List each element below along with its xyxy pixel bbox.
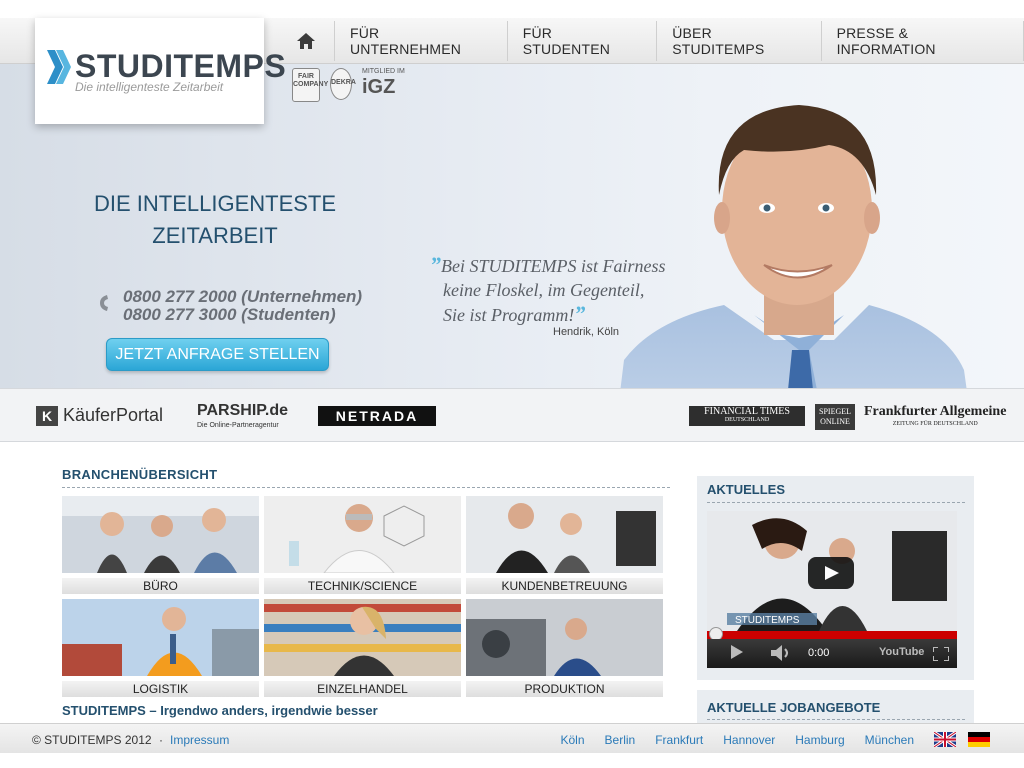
video-time: 0:00 — [808, 647, 830, 659]
quote-author: Hendrik, Köln — [553, 326, 620, 338]
parship-sub: Die Online-Partneragentur — [197, 422, 279, 429]
city-link-hamburg[interactable]: Hamburg — [795, 733, 844, 747]
certification-badges: FAIR COMPANY DEKRA MITGLIED IM iGZ — [292, 68, 405, 102]
nav-ueber-studitemps[interactable]: ÜBER STUDITEMPS — [656, 21, 820, 61]
phone-unternehmen[interactable]: 0800 277 2000 (Unternehmen) — [123, 288, 362, 306]
tile-label-kundenbetreuung: KUNDENBETREUUNG — [466, 578, 663, 594]
city-link-frankfurt[interactable]: Frankfurt — [655, 733, 703, 747]
footer-separator: · — [159, 733, 163, 747]
dekra-badge: DEKRA — [330, 68, 356, 100]
ft-sub: DEUTSCHLAND — [724, 417, 770, 423]
aktuelles-divider — [707, 502, 965, 503]
german-flag-icon[interactable] — [968, 732, 990, 747]
igz-badge: MITGLIED IM iGZ — [362, 68, 405, 98]
logo-tagline: Die intelligenteste Zeitarbeit — [75, 80, 224, 94]
faz-logo[interactable]: Frankfurter Allgemeine ZEITUNG FÜR DEUTS… — [864, 405, 1006, 431]
home-icon — [297, 33, 315, 49]
quote-close-icon: ” — [574, 301, 586, 326]
tile-buero[interactable]: BÜRO — [62, 496, 259, 594]
video-controls: 0:00 YouTube — [707, 639, 957, 668]
jobangebote-title: AKTUELLE JOBANGEBOTE — [707, 700, 881, 715]
tile-technik-science[interactable]: TECHNIK/SCIENCE — [264, 496, 461, 594]
tile-label-logistik: LOGISTIK — [62, 681, 259, 697]
quote-open-icon: ” — [430, 252, 441, 277]
parship-label: PARSHIP.de — [197, 402, 288, 419]
phone-studenten[interactable]: 0800 277 3000 (Studenten) — [123, 306, 362, 324]
tile-label-technik-science: TECHNIK/SCIENCE — [264, 578, 461, 594]
branchen-title: BRANCHENÜBERSICHT — [62, 467, 218, 482]
play-icon[interactable] — [731, 645, 743, 659]
nav-presse-information[interactable]: PRESSE & INFORMATION — [820, 21, 1024, 61]
phone-icon — [100, 295, 108, 311]
tile-einzelhandel[interactable]: EINZELHANDEL — [264, 599, 461, 697]
request-button[interactable]: JETZT ANFRAGE STELLEN — [106, 338, 329, 371]
spiegel-online-logo[interactable]: SPIEGEL ONLINE — [815, 404, 855, 430]
nav-fuer-studenten[interactable]: FÜR STUDENTEN — [506, 21, 656, 61]
copyright: © STUDITEMPS 2012 — [32, 733, 152, 747]
quote-line-1: Bei STUDITEMPS ist Fairness — [441, 256, 666, 276]
city-link-muenchen[interactable]: München — [865, 733, 914, 747]
tile-label-buero: BÜRO — [62, 578, 259, 594]
kaeuferportal-label: KäuferPortal — [63, 405, 164, 425]
kaeuferportal-k-icon: K — [36, 405, 58, 426]
testimonial-quote: ”Bei STUDITEMPS ist Fairness keine Flosk… — [430, 253, 710, 327]
city-link-berlin[interactable]: Berlin — [605, 733, 636, 747]
parship-logo[interactable]: PARSHIP.de Die Online-Partneragentur — [197, 403, 288, 433]
play-button[interactable] — [808, 557, 854, 589]
fair-company-badge: FAIR COMPANY — [292, 68, 328, 102]
quote-line-3: Sie ist Programm! — [443, 305, 575, 325]
spiegel-label-2: ONLINE — [820, 417, 850, 426]
tile-label-produktion: PRODUKTION — [466, 681, 663, 697]
igz-label: iGZ — [362, 76, 396, 98]
tile-logistik[interactable]: LOGISTIK — [62, 599, 259, 697]
produktion-image — [466, 599, 663, 676]
ft-label: FINANCIAL TIMES — [704, 406, 790, 417]
nav-home[interactable] — [278, 21, 334, 61]
einzelhandel-image — [264, 599, 461, 676]
kundenbetreuung-image — [466, 496, 663, 573]
main-nav: FÜR UNTERNEHMEN FÜR STUDENTEN ÜBER STUDI… — [278, 21, 1024, 61]
phone-numbers: 0800 277 2000 (Unternehmen) 0800 277 300… — [123, 288, 362, 324]
faz-sub: ZEITUNG FÜR DEUTSCHLAND — [892, 421, 978, 427]
city-link-koeln[interactable]: Köln — [561, 733, 585, 747]
video-progress-bar[interactable] — [707, 627, 957, 641]
youtube-logo[interactable]: YouTube — [879, 646, 924, 658]
uk-flag-icon[interactable] — [934, 732, 956, 747]
footer: © STUDITEMPS 2012 · Impressum Köln Berli… — [0, 723, 1024, 753]
tile-kundenbetreuung[interactable]: KUNDENBETREUUNG — [466, 496, 663, 594]
video-buffered-fill — [707, 631, 957, 639]
branchen-divider — [62, 487, 670, 488]
hero-headline-line-1: DIE INTELLIGENTESTE — [93, 191, 337, 216]
netrada-logo[interactable]: NETRADA — [318, 406, 436, 426]
spiegel-label-1: SPIEGEL — [819, 407, 851, 416]
logistik-image — [62, 599, 259, 676]
aktuelles-title: AKTUELLES — [707, 482, 785, 497]
faz-label: Frankfurter Allgemeine — [864, 404, 1007, 419]
tile-label-einzelhandel: EINZELHANDEL — [264, 681, 461, 697]
technik-science-image — [264, 496, 461, 574]
financial-times-logo[interactable]: FINANCIAL TIMES DEUTSCHLAND — [689, 406, 805, 426]
kaeuferportal-logo[interactable]: K KäuferPortal — [36, 405, 163, 426]
buero-image — [62, 496, 259, 573]
slogan: STUDITEMPS – Irgendwo anders, irgendwie … — [62, 703, 378, 718]
fullscreen-icon[interactable] — [933, 647, 949, 661]
nav-fuer-unternehmen[interactable]: FÜR UNTERNEHMEN — [334, 21, 507, 61]
hero-headline: DIE INTELLIGENTESTE ZEITARBEIT — [80, 188, 350, 252]
logo-chevron-icon — [47, 50, 71, 84]
city-link-hannover[interactable]: Hannover — [723, 733, 775, 747]
branchen-grid: BÜRO TECHNIK/SCIENCE KUNDENBETREUUNG LOG… — [62, 496, 663, 697]
city-links: Köln Berlin Frankfurt Hannover Hamburg M… — [561, 733, 915, 747]
impressum-link[interactable]: Impressum — [170, 733, 229, 747]
studitemps-logo[interactable]: STUDITEMPS Die intelligenteste Zeitarbei… — [35, 18, 286, 124]
igz-caption: MITGLIED IM — [362, 68, 405, 75]
quote-line-2: keine Floskel, im Gegenteil, — [443, 280, 645, 300]
tile-produktion[interactable]: PRODUKTION — [466, 599, 663, 697]
video-player[interactable]: STUDITEMPS 0:00 YouTube — [707, 511, 957, 668]
video-brand-overlay: STUDITEMPS — [735, 615, 800, 626]
volume-icon[interactable] — [771, 645, 793, 661]
hero-headline-line-2: ZEITARBEIT — [152, 223, 278, 248]
jobangebote-divider — [707, 719, 965, 720]
